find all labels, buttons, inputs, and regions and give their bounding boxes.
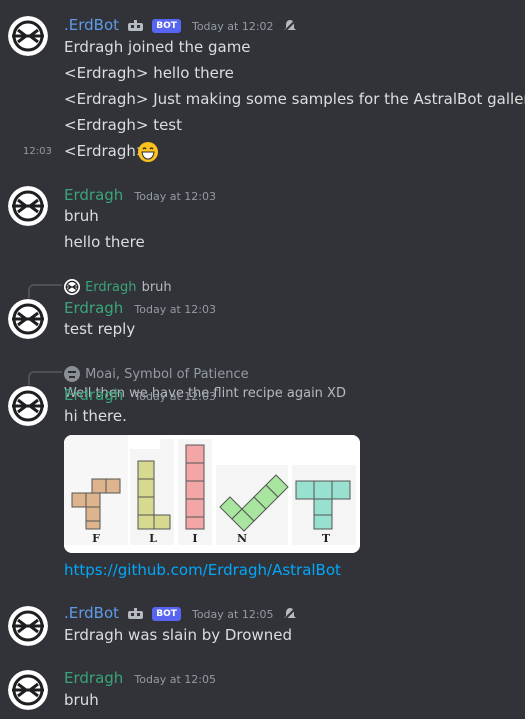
bot-badge: BOT [152,19,181,33]
message-header: Erdragh Today at 12:03 [64,185,216,204]
message-line: <Erdragh> hello there [64,64,234,82]
message-line: hi there. [64,407,127,425]
avatar[interactable] [8,670,48,710]
message-line: Erdragh joined the game [64,38,251,56]
message-header: Erdragh Today at 12:03 [64,385,216,404]
flint-pentomino-image: F L I N T [64,435,360,553]
message-line: Erdragh was slain by Drowned [64,626,292,644]
author-name[interactable]: Erdragh [64,186,123,204]
erdragh-avatar-icon [8,299,48,339]
grinning-emoji[interactable] [137,141,159,163]
message-line: bruh [64,691,99,709]
erdbot-avatar-icon [8,606,48,646]
bot-badge: BOT [152,607,181,621]
mute-bell-icon [282,18,297,33]
avatar[interactable] [8,186,48,226]
letter-f: F [92,532,100,545]
message-header: .ErdBot BOT Today at 12:02 [64,15,297,34]
message-header: Erdragh Today at 12:05 [64,668,216,687]
timestamp[interactable]: Today at 12:03 [134,303,216,316]
timestamp[interactable]: Today at 12:03 [134,390,216,403]
timestamp[interactable]: Today at 12:05 [192,608,274,621]
erdragh-avatar-icon [8,186,48,226]
avatar[interactable] [8,16,48,56]
message-line: test reply [64,320,136,338]
reply-avatar-icon [64,279,80,295]
reply-author: Erdragh [85,280,137,295]
reply-text: bruh [141,280,172,295]
message-line: hello there [64,233,145,251]
reply-preview[interactable]: Erdragh bruh [64,276,172,295]
reply-author: Moai, Symbol of Patience [85,367,249,382]
letter-l: L [149,532,157,545]
message-line: <Erdragh> test [64,116,183,134]
message-line: bruh [64,207,99,225]
erdbot-avatar-icon [8,16,48,56]
robot-icon [128,607,144,619]
author-name[interactable]: Erdragh [64,669,123,687]
timestamp[interactable]: Today at 12:03 [134,190,216,203]
letter-t: T [322,532,331,545]
message-header: Erdragh Today at 12:03 [64,298,216,317]
side-timestamp[interactable]: 12:03 [23,146,52,157]
moai-avatar-icon [64,365,80,382]
erdragh-avatar-icon [8,386,48,426]
author-name[interactable]: .ErdBot [64,604,119,622]
message-header: .ErdBot BOT Today at 12:05 [64,603,297,622]
letter-n: N [237,532,247,545]
erdragh-avatar-icon [8,670,48,710]
robot-icon [128,19,144,31]
message-line: <Erdragh> Just making some samples for t… [64,90,525,108]
reply-connector [28,284,62,298]
avatar[interactable] [8,299,48,339]
reply-connector [28,371,62,385]
avatar[interactable] [8,606,48,646]
author-name[interactable]: .ErdBot [64,16,119,34]
avatar[interactable] [8,386,48,426]
author-name[interactable]: Erdragh [64,299,123,317]
timestamp[interactable]: Today at 12:05 [134,673,216,686]
author-name[interactable]: Erdragh [64,386,123,404]
letter-i: I [192,532,197,545]
github-link[interactable]: https://github.com/Erdragh/AstralBot [64,561,341,579]
message-line: <Erdragh> [64,142,149,160]
timestamp[interactable]: Today at 12:02 [192,20,274,33]
image-attachment[interactable]: F L I N T [64,435,360,553]
mute-bell-icon [282,606,297,621]
